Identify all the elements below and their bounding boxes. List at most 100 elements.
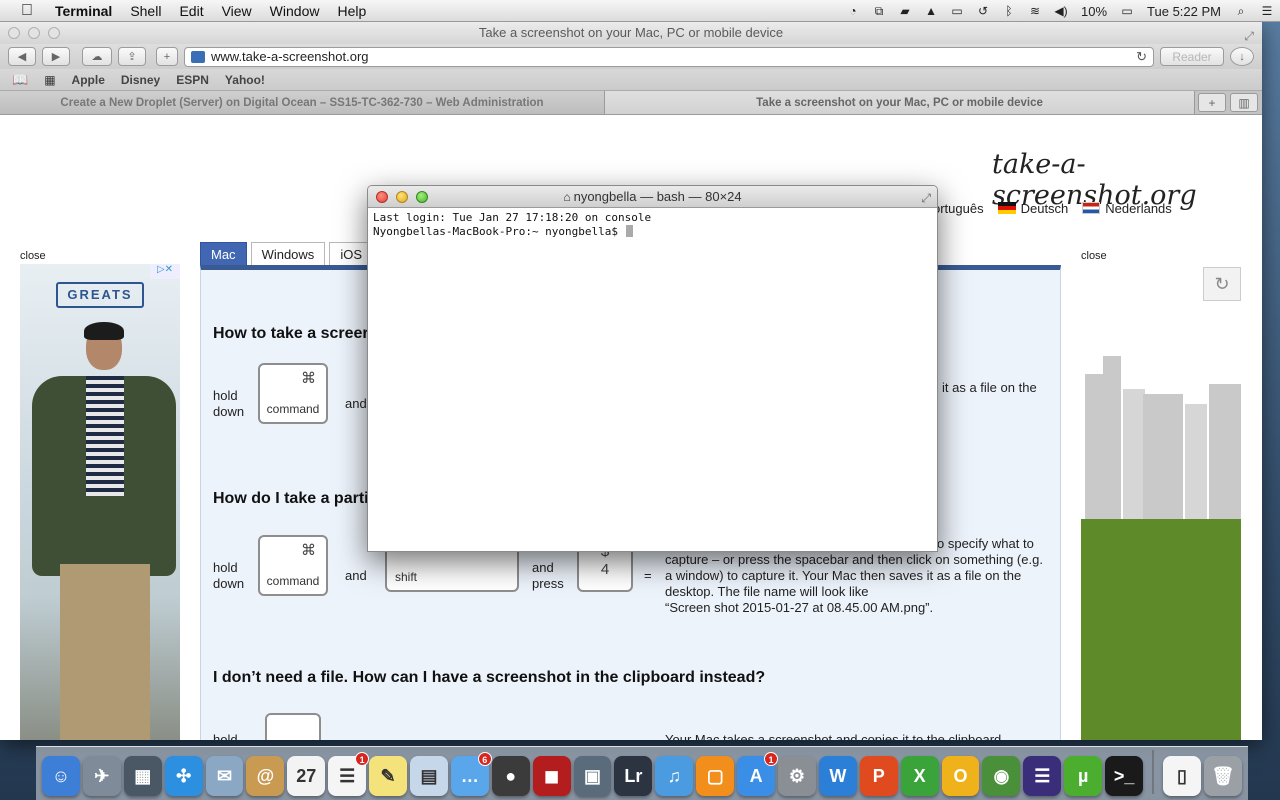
network-globe-icon[interactable]: ◉ — [982, 756, 1021, 796]
iphoto-icon[interactable]: ▣ — [573, 756, 612, 796]
document-icon[interactable]: ▯ — [1163, 756, 1201, 796]
reload-icon[interactable]: ↻ — [1136, 49, 1147, 65]
calendar-icon[interactable]: 27 — [287, 756, 326, 796]
airplay-icon[interactable]: ▭ — [949, 4, 965, 18]
trash-icon[interactable]: 🗑 — [1203, 756, 1242, 796]
battery-icon[interactable]: ▭ — [1119, 4, 1135, 18]
contacts-icon[interactable]: @ — [246, 756, 285, 796]
fullscreen-icon[interactable]: ⤢ — [921, 187, 931, 209]
crop-icon[interactable]: ⧉ — [871, 4, 887, 18]
tab-mac[interactable]: Mac — [200, 242, 247, 266]
share-button[interactable]: ⇪ — [118, 47, 146, 66]
bookmark-espn[interactable]: ESPN — [176, 73, 209, 87]
excel-icon[interactable]: X — [900, 756, 939, 796]
word-glyph: W — [829, 765, 847, 786]
safari-glyph: ✣ — [176, 765, 192, 786]
adchoices-icon[interactable]: ▷✕ — [150, 264, 180, 279]
outlook-o-icon[interactable]: O — [941, 756, 980, 796]
tab-take-a-screenshot[interactable]: Take a screenshot on your Mac, PC or mob… — [605, 91, 1195, 114]
menu-help[interactable]: Help — [328, 3, 375, 19]
word-icon[interactable]: W — [818, 756, 857, 796]
menu-app-name[interactable]: Terminal — [46, 3, 121, 19]
lang-dutch[interactable]: Nederlands — [1082, 201, 1172, 216]
lightroom-icon[interactable]: Lr — [614, 756, 653, 796]
back-button[interactable]: ◀ — [8, 47, 36, 66]
terminal-icon[interactable]: >_ — [1105, 756, 1144, 796]
app-store-icon[interactable]: A1 — [737, 752, 779, 796]
notes-icon[interactable]: ✎ — [369, 756, 408, 796]
terminal-output[interactable]: Last login: Tue Jan 27 17:18:20 on conso… — [368, 208, 937, 242]
ad-building — [1123, 389, 1145, 524]
reading-list-icon[interactable]: 📖 — [12, 72, 28, 88]
terminal-titlebar[interactable]: ⌂ nyongbella — bash — 80×24 ⤢ — [368, 186, 937, 208]
reader-button[interactable]: Reader — [1160, 47, 1224, 66]
notification-center-icon[interactable]: ☰ — [1259, 4, 1275, 18]
preview-icon[interactable]: ▤ — [410, 756, 448, 796]
minimize-terminal-button[interactable] — [396, 191, 408, 203]
mission-control-icon[interactable]: ▦ — [123, 756, 162, 796]
menu-shell[interactable]: Shell — [121, 3, 170, 19]
lang-german[interactable]: Deutsch — [997, 201, 1068, 216]
new-tab-button[interactable]: + — [1198, 93, 1226, 112]
forward-button[interactable]: ▶ — [42, 47, 70, 66]
launchpad-icon[interactable]: ✈ — [82, 756, 121, 796]
tab-overview-button[interactable]: ▥ — [1230, 93, 1258, 112]
ad-banner-right[interactable]: ↻ — [1081, 264, 1241, 740]
powerpoint-icon[interactable]: P — [859, 756, 898, 796]
sync-icon[interactable]: ◔ — [845, 4, 861, 18]
excel-glyph: X — [913, 765, 926, 786]
refresh-widget-icon[interactable]: ↻ — [1203, 267, 1241, 301]
close-window-button[interactable] — [8, 27, 20, 39]
truck-icon[interactable]: ▰ — [897, 4, 913, 18]
bluetooth-icon[interactable]: ᛒ — [1001, 4, 1017, 18]
reminders-icon[interactable]: ☰ 1 — [328, 752, 370, 796]
fullscreen-icon[interactable]: ⤢ — [1244, 25, 1254, 47]
itunes-icon[interactable]: ♫ — [655, 756, 694, 796]
add-bookmark-button[interactable]: + — [156, 47, 178, 66]
mail-stamp-icon[interactable]: ✉ — [205, 756, 244, 796]
photo-booth-icon[interactable]: ◼ — [532, 756, 571, 796]
facetime-icon[interactable]: ● — [491, 756, 530, 796]
finder-icon[interactable]: ☺ — [42, 756, 80, 796]
close-terminal-button[interactable] — [376, 191, 388, 203]
tab-windows[interactable]: Windows — [250, 242, 326, 266]
url-text[interactable]: www.take-a-screenshot.org — [211, 49, 1130, 64]
zoom-terminal-button[interactable] — [416, 191, 428, 203]
safari-icon[interactable]: ✣ — [164, 756, 203, 796]
clock[interactable]: Tue 5:22 PM — [1140, 4, 1228, 19]
close-ad-left[interactable]: close — [20, 250, 46, 262]
menu-edit[interactable]: Edit — [170, 3, 212, 19]
drive-icon[interactable]: ▲ — [923, 4, 939, 18]
battery-percent[interactable]: 10% — [1074, 4, 1114, 19]
apple-menu-icon[interactable]:  — [16, 2, 38, 20]
volume-icon[interactable]: ◀) — [1053, 4, 1069, 18]
lang-portuguese[interactable]: ortuguês — [933, 201, 984, 216]
menu-view[interactable]: View — [213, 3, 261, 19]
utorrent-icon[interactable]: µ — [1064, 756, 1103, 796]
menu-window[interactable]: Window — [261, 3, 329, 19]
spotlight-search-icon[interactable]: ⌕ — [1233, 4, 1249, 18]
close-ad-right[interactable]: close — [1081, 250, 1107, 262]
ad-banner-left[interactable]: ▷✕ GREATS — [20, 264, 180, 740]
ad-building — [1085, 374, 1121, 524]
bookmark-disney[interactable]: Disney — [121, 73, 160, 87]
system-preferences-icon[interactable]: ⚙ — [778, 756, 816, 796]
bookmark-apple[interactable]: Apple — [72, 73, 105, 87]
top-sites-icon[interactable]: ▦ — [44, 73, 55, 87]
time-machine-icon[interactable]: ↺ — [975, 4, 991, 18]
tab-digital-ocean[interactable]: Create a New Droplet (Server) on Digital… — [0, 91, 605, 114]
zoom-window-button[interactable] — [48, 27, 60, 39]
result-text: it as a file on the — [942, 380, 1037, 395]
terminal-window[interactable]: ⌂ nyongbella — bash — 80×24 ⤢ Last login:… — [367, 185, 938, 552]
terminal-prompt-line[interactable]: Nyongbellas-MacBook-Pro:~ nyongbella$ — [373, 225, 932, 239]
messages-icon[interactable]: … 6 — [450, 752, 492, 796]
eclipse-icon[interactable]: ☰ — [1023, 756, 1062, 796]
bookmark-yahoo[interactable]: Yahoo! — [225, 73, 265, 87]
command-symbol-icon: ⌘ — [301, 542, 316, 559]
wifi-icon[interactable]: ≋ — [1027, 4, 1043, 18]
icloud-tabs-button[interactable]: ☁ — [82, 47, 112, 66]
minimize-window-button[interactable] — [28, 27, 40, 39]
address-bar[interactable]: www.take-a-screenshot.org ↻ — [184, 46, 1154, 67]
downloads-icon[interactable]: ↓ — [1230, 47, 1254, 66]
ibooks-icon[interactable]: ▢ — [696, 756, 735, 796]
